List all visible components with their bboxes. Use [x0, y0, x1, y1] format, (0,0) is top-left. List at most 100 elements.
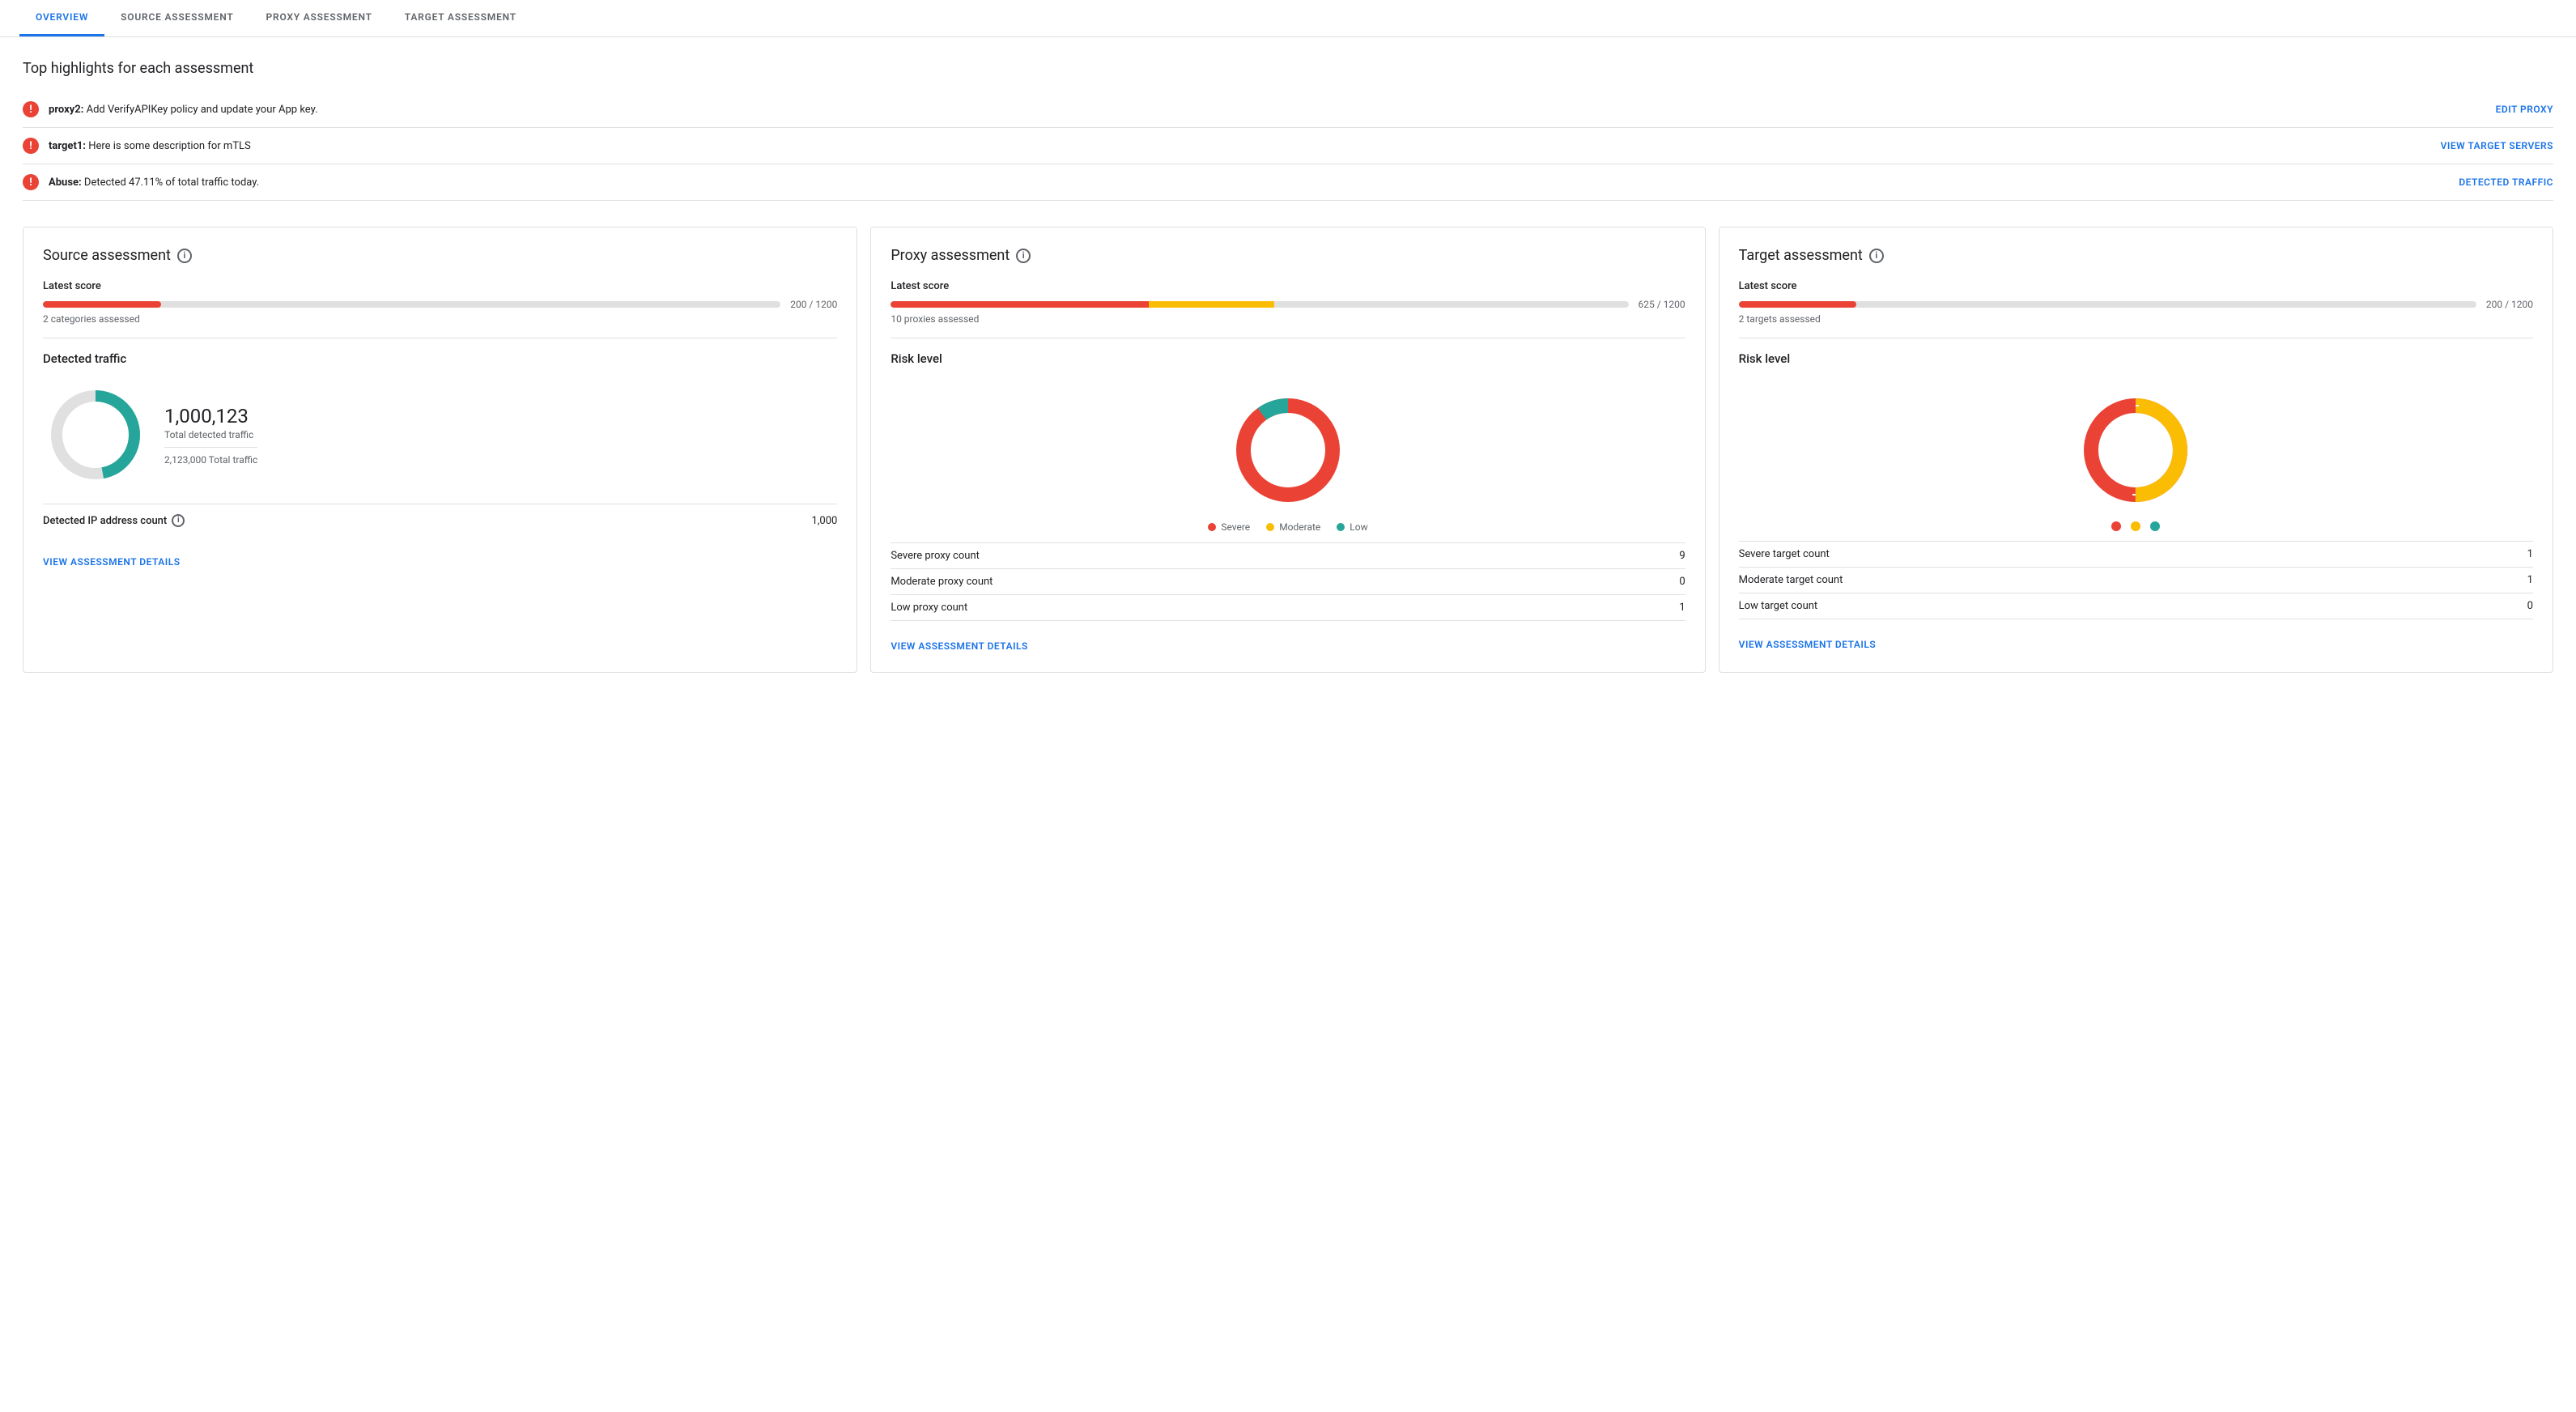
target-legend-severe-dot [2111, 521, 2121, 531]
target-count-row-0: Severe target count 1 [1739, 541, 2533, 567]
proxy-count-row-1: Moderate proxy count 0 [891, 568, 1685, 594]
source-donut-svg [43, 382, 148, 487]
target-title-text: Target assessment [1739, 247, 1863, 264]
proxy-count-label-2: Low proxy count [891, 602, 967, 614]
source-donut [43, 382, 148, 487]
source-score-bar-fill [43, 301, 161, 308]
source-ip-info-icon[interactable]: i [172, 514, 185, 527]
alert-icon-1: ! [23, 101, 39, 117]
proxy-score-bar-track [891, 301, 1628, 308]
highlight-1-left: ! proxy2: Add VerifyAPIKey policy and up… [23, 101, 318, 117]
target-score-sub: 2 targets assessed [1739, 313, 2533, 325]
target-score-bar-row: 200 / 1200 [1739, 299, 2533, 310]
target-score-bar-track [1739, 301, 2476, 308]
source-ip-label: Detected IP address count [43, 515, 167, 527]
target-count-row-2: Low target count 0 [1739, 593, 2533, 619]
highlights-heading: Top highlights for each assessment [23, 60, 2553, 77]
target-view-details-link[interactable]: VIEW ASSESSMENT DETAILS [1739, 639, 1877, 650]
source-traffic-detected-label: Total detected traffic [164, 429, 257, 440]
source-score-value: 200 / 1200 [790, 299, 837, 310]
cards-container: Source assessment i Latest score 200 / 1… [0, 211, 2576, 695]
proxy-donut-svg [1223, 385, 1353, 515]
target-count-row-1: Moderate target count 1 [1739, 567, 2533, 593]
highlight-3-text: Abuse: Detected 47.11% of total traffic … [49, 176, 259, 189]
target-count-value-0: 1 [2527, 548, 2533, 560]
proxy-score-bar-fill-orange [1149, 301, 1274, 308]
source-card: Source assessment i Latest score 200 / 1… [23, 227, 857, 673]
target-counts: Severe target count 1 Moderate target co… [1739, 541, 2533, 619]
target-count-label-2: Low target count [1739, 600, 1818, 612]
source-score-bar-track [43, 301, 780, 308]
proxy-legend-severe: Severe [1208, 521, 1250, 533]
proxy-card: Proxy assessment i Latest score 625 / 12… [870, 227, 1705, 673]
source-traffic-number: 1,000,123 [164, 405, 257, 427]
detected-traffic-link[interactable]: DETECTED TRAFFIC [2459, 176, 2553, 188]
proxy-count-row-0: Severe proxy count 9 [891, 542, 1685, 568]
proxy-score-bar-fill-red [891, 301, 1149, 308]
proxy-legend: Severe Moderate Low [891, 521, 1685, 533]
source-title-text: Source assessment [43, 247, 171, 264]
alert-icon-3: ! [23, 174, 39, 190]
source-score-label: Latest score [43, 280, 837, 292]
tab-target-assessment[interactable]: TARGET ASSESSMENT [389, 0, 533, 36]
proxy-count-label-1: Moderate proxy count [891, 576, 993, 588]
source-traffic-divider [164, 447, 257, 448]
proxy-score-label: Latest score [891, 280, 1685, 292]
target-risk-title: Risk level [1739, 351, 2533, 366]
source-ip-row: Detected IP address count i 1,000 [43, 504, 837, 537]
source-view-details-link[interactable]: VIEW ASSESSMENT DETAILS [43, 556, 181, 568]
proxy-count-row-2: Low proxy count 1 [891, 594, 1685, 621]
proxy-legend-low: Low [1337, 521, 1367, 533]
proxy-legend-moderate: Moderate [1266, 521, 1320, 533]
target-score-bar-fill [1739, 301, 1857, 308]
proxy-score-value: 625 / 1200 [1639, 299, 1685, 310]
target-legend-dots [1739, 521, 2533, 531]
highlight-item-2: ! target1: Here is some description for … [23, 128, 2553, 164]
highlight-2-text: target1: Here is some description for mT… [49, 140, 251, 152]
target-count-label-0: Severe target count [1739, 548, 1830, 560]
highlight-2-left: ! target1: Here is some description for … [23, 138, 251, 154]
target-score-label: Latest score [1739, 280, 2533, 292]
tab-source-assessment[interactable]: SOURCE ASSESSMENT [104, 0, 249, 36]
highlights-section: Top highlights for each assessment ! pro… [0, 37, 2576, 211]
proxy-legend-low-dot [1337, 523, 1345, 531]
target-legend-low-dot [2150, 521, 2160, 531]
target-card: Target assessment i Latest score 200 / 1… [1719, 227, 2553, 673]
target-card-title: Target assessment i [1739, 247, 2533, 264]
source-traffic-content: 1,000,123 Total detected traffic 2,123,0… [43, 372, 837, 497]
highlight-3-left: ! Abuse: Detected 47.11% of total traffi… [23, 174, 259, 190]
proxy-score-sub: 10 proxies assessed [891, 313, 1685, 325]
source-ip-value: 1,000 [812, 515, 838, 527]
proxy-view-details-link[interactable]: VIEW ASSESSMENT DETAILS [891, 640, 1028, 652]
target-count-value-2: 0 [2527, 600, 2533, 612]
source-traffic-total: 2,123,000 Total traffic [164, 454, 257, 466]
proxy-count-value-0: 9 [1679, 550, 1685, 562]
source-score-bar-row: 200 / 1200 [43, 299, 837, 310]
highlight-item-3: ! Abuse: Detected 47.11% of total traffi… [23, 164, 2553, 201]
view-target-servers-link[interactable]: VIEW TARGET SERVERS [2441, 140, 2553, 151]
source-score-sub: 2 categories assessed [43, 313, 837, 325]
target-score-value: 200 / 1200 [2486, 299, 2533, 310]
highlight-1-text: proxy2: Add VerifyAPIKey policy and upda… [49, 104, 318, 116]
tabs-bar: OVERVIEW SOURCE ASSESSMENT PROXY ASSESSM… [0, 0, 2576, 37]
proxy-count-value-2: 1 [1679, 602, 1685, 614]
tab-overview[interactable]: OVERVIEW [19, 0, 104, 36]
proxy-count-label-0: Severe proxy count [891, 550, 980, 562]
source-card-title: Source assessment i [43, 247, 837, 264]
proxy-counts: Severe proxy count 9 Moderate proxy coun… [891, 542, 1685, 621]
source-traffic-stats: 1,000,123 Total detected traffic 2,123,0… [164, 405, 257, 466]
target-count-label-1: Moderate target count [1739, 574, 1843, 586]
source-ip-label-container: Detected IP address count i [43, 514, 185, 527]
target-info-icon[interactable]: i [1869, 249, 1884, 263]
proxy-risk-title: Risk level [891, 351, 1685, 366]
highlight-item-1: ! proxy2: Add VerifyAPIKey policy and up… [23, 91, 2553, 128]
proxy-info-icon[interactable]: i [1016, 249, 1031, 263]
source-info-icon[interactable]: i [177, 249, 192, 263]
edit-proxy-link[interactable]: EDIT PROXY [2496, 104, 2553, 115]
proxy-title-text: Proxy assessment [891, 247, 1010, 264]
tab-proxy-assessment[interactable]: PROXY ASSESSMENT [250, 0, 389, 36]
alert-icon-2: ! [23, 138, 39, 154]
source-traffic-title: Detected traffic [43, 351, 837, 366]
target-donut-svg [2071, 385, 2200, 515]
target-legend-moderate-dot [2131, 521, 2140, 531]
